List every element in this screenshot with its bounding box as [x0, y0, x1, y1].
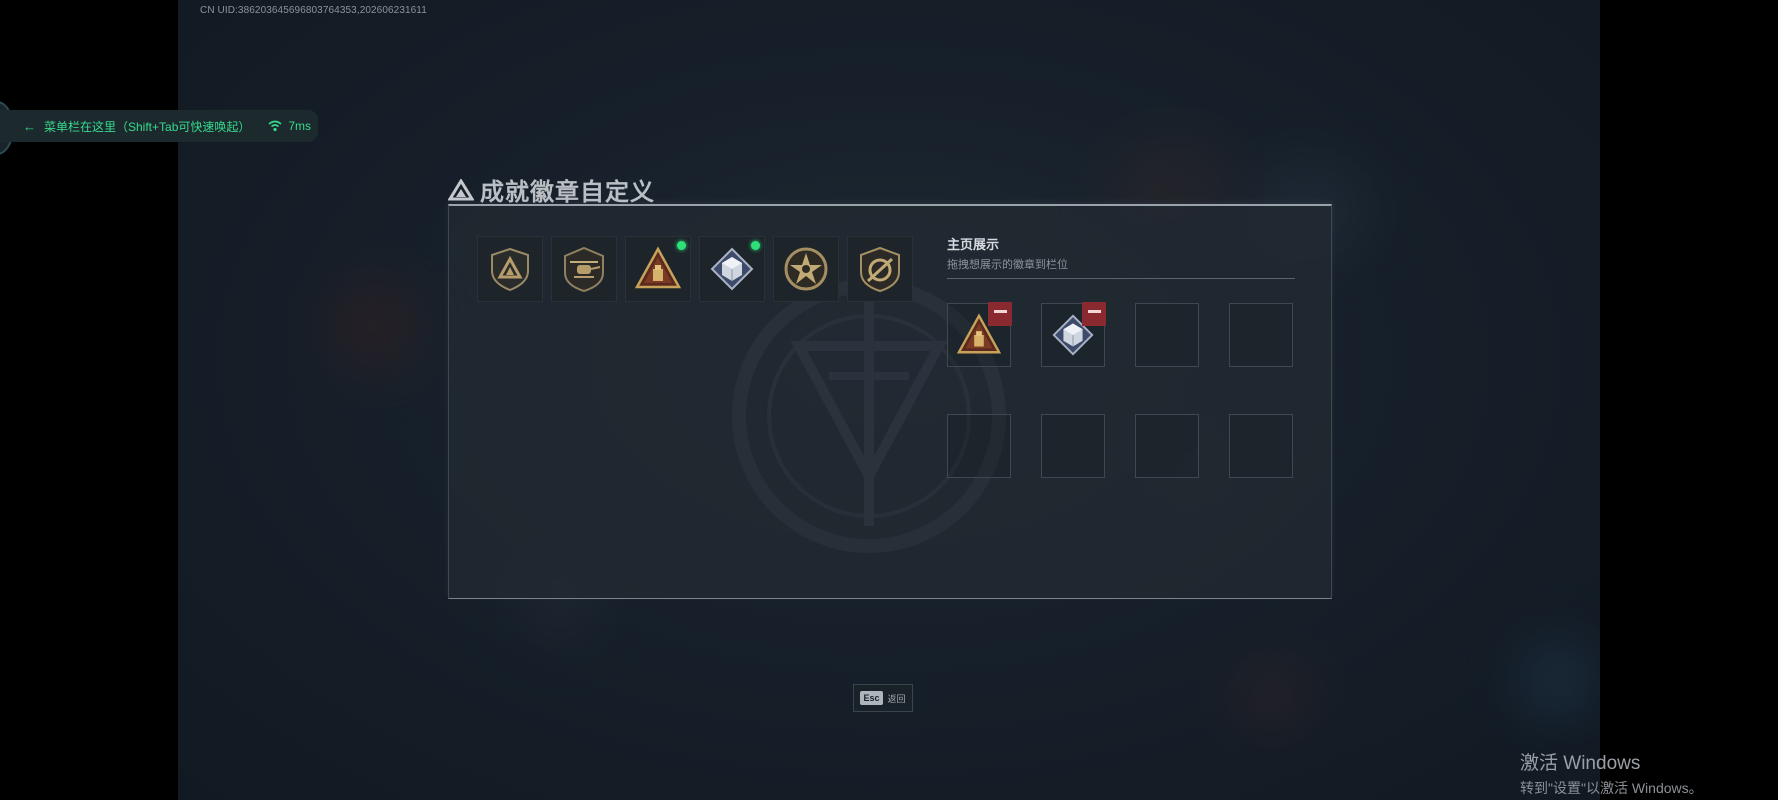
wifi-icon: [268, 120, 282, 132]
pyramid-badge-icon: [634, 246, 682, 289]
background-glow: [328, 280, 418, 370]
windows-activation-watermark: 激活 Windows 转到"设置"以激活 Windows。: [1520, 748, 1703, 798]
watermark-subtitle: 转到"设置"以激活 Windows。: [1520, 780, 1703, 796]
menu-bar-hint[interactable]: ← 菜单栏在这里（Shift+Tab可快速唤起） 7ms: [0, 110, 318, 142]
owned-badge-list: [477, 236, 921, 302]
background-glow: [1238, 660, 1308, 730]
homepage-showcase: 主页展示 拖拽想展示的徽章到栏位: [947, 234, 1297, 478]
badge-customize-panel: 主页展示 拖拽想展示的徽章到栏位: [448, 204, 1332, 599]
uid-label: CN UID:386203645696803764353,20260623161…: [200, 5, 427, 16]
badge-item-pyramid[interactable]: [625, 236, 691, 302]
watermark-title: 激活 Windows: [1520, 753, 1641, 774]
crystal-cube-badge-icon: [710, 247, 754, 291]
badge-item-crystal[interactable]: [699, 236, 765, 302]
new-indicator-dot: [751, 241, 760, 250]
remove-badge-button[interactable]: [1082, 302, 1106, 326]
menu-bar-text: 菜单栏在这里（Shift+Tab可快速唤起）: [44, 119, 251, 134]
badge-item-star[interactable]: [773, 236, 839, 302]
star-circle-badge-icon: [784, 247, 828, 291]
shield-triangle-badge-icon: [491, 247, 529, 292]
showcase-slot-4[interactable]: [1229, 303, 1293, 367]
showcase-subtitle: 拖拽想展示的徽章到栏位: [947, 259, 1068, 271]
showcase-slot-6[interactable]: [1041, 414, 1105, 478]
esc-key-hint: Esc: [860, 691, 883, 705]
badge-item-shield[interactable]: [477, 236, 543, 302]
ping-value: 7ms: [288, 119, 312, 133]
minus-icon: [1087, 310, 1101, 313]
showcase-slot-grid: [947, 302, 1297, 478]
triangle-logo-icon: [448, 178, 474, 200]
new-indicator-dot: [677, 241, 686, 250]
page-header: 成就徽章自定义: [448, 172, 655, 207]
showcase-slot-3[interactable]: [1135, 303, 1199, 367]
page-title: 成就徽章自定义: [480, 179, 655, 206]
showcase-slot-2[interactable]: [1041, 302, 1106, 367]
helicopter-badge-icon: [564, 246, 604, 293]
showcase-slot-7[interactable]: [1135, 414, 1199, 478]
back-label: 返回: [887, 693, 906, 704]
showcase-slot-1[interactable]: [947, 302, 1012, 367]
badge-item-helicopter[interactable]: [551, 236, 617, 302]
back-arrow-icon: ←: [23, 118, 36, 134]
minus-icon: [993, 310, 1007, 313]
showcase-slot-8[interactable]: [1229, 414, 1293, 478]
back-button[interactable]: Esc 返回: [853, 684, 913, 712]
showcase-title: 主页展示: [947, 237, 1000, 252]
showcase-slot-5[interactable]: [947, 414, 1011, 478]
divider: [947, 278, 1295, 279]
badge-item-crossed-shield[interactable]: [847, 236, 913, 302]
background-glow: [1518, 640, 1598, 720]
remove-badge-button[interactable]: [988, 302, 1012, 326]
crossed-shield-badge-icon: [860, 246, 900, 293]
